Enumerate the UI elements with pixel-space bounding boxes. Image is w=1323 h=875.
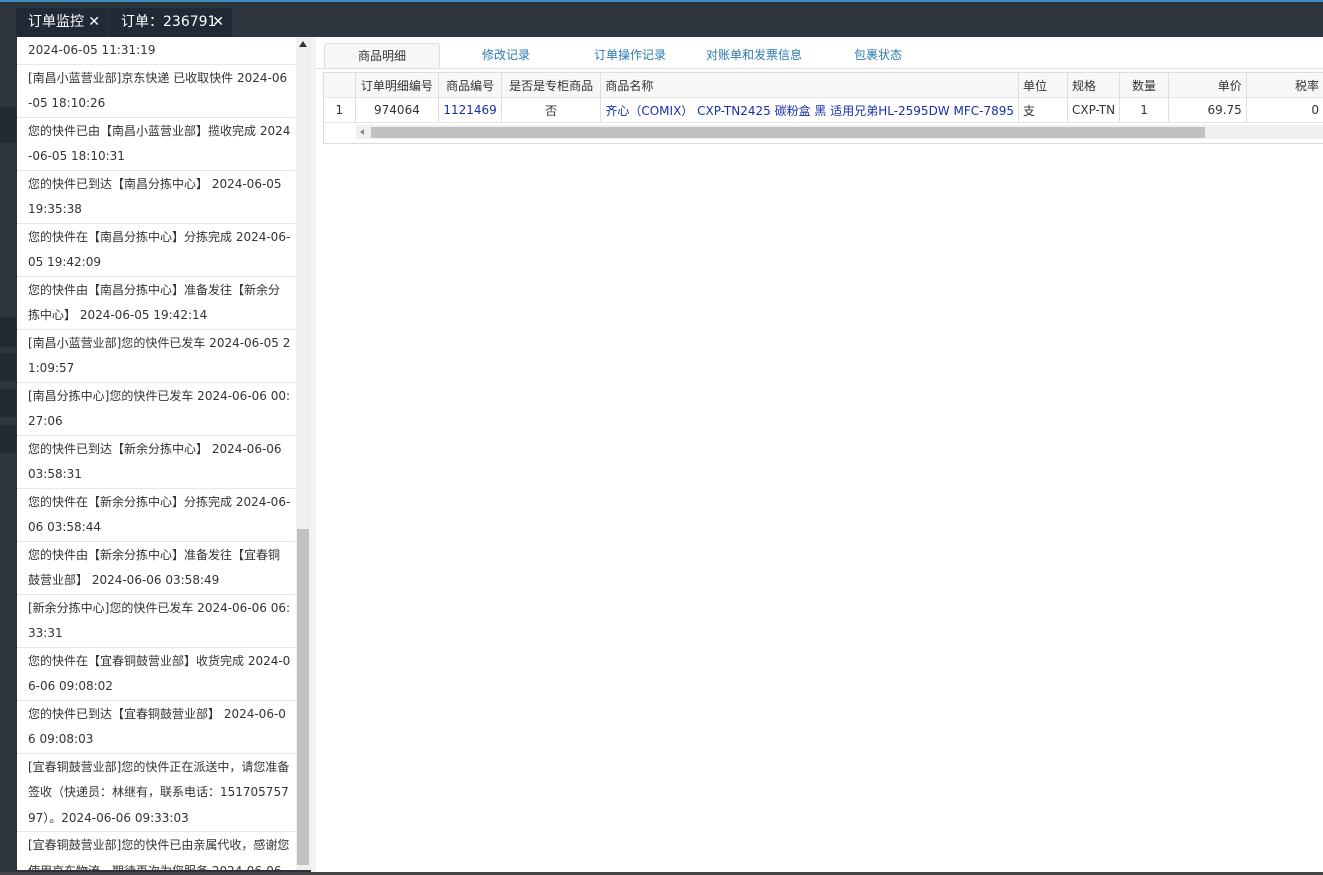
scroll-left-icon[interactable] [360,129,364,135]
close-icon[interactable]: ✕ [88,8,100,37]
tracking-log-panel: 2024-06-05 11:31:19 [南昌小蓝营业部]京东快递 已收取快件 … [17,37,311,870]
column-header-tax[interactable]: 税率 [1246,73,1323,98]
list-item: [南昌小蓝营业部]您的快件已发车 2024-06-05 21:09:57 [17,330,295,383]
list-item: [宜春铜鼓营业部]您的快件已由亲属代收，感谢您使用京东物流，期待再次为您服务 2… [17,832,295,870]
list-item: 您的快件在【新余分拣中心】分拣完成 2024-06-06 03:58:44 [17,489,295,542]
tab-modify-records[interactable]: 修改记录 [464,43,548,68]
list-item: [宜春铜鼓营业部]您的快件正在派送中，请您准备签收（快递员：林继有，联系电话：1… [17,754,295,832]
cell-qty: 1 [1119,97,1170,123]
cell-price: 69.75 [1168,97,1247,123]
column-header-product-no[interactable]: 商品编号 [438,73,502,98]
product-table: 订单明细编号 商品编号 是否是专柜商品 商品名称 单位 规格 数量 单价 税率 … [324,73,1323,123]
product-grid: 订单明细编号 商品编号 是否是专柜商品 商品名称 单位 规格 数量 单价 税率 … [323,72,1323,144]
list-item: 您的快件已到达【新余分拣中心】 2024-06-06 03:58:31 [17,436,295,489]
scrollbar-thumb[interactable] [297,529,309,865]
list-item: [南昌分拣中心]您的快件已发车 2024-06-06 00:27:06 [17,383,295,436]
tab-label: 订单：236791 [121,14,217,30]
list-item: 2024-06-05 11:31:19 [17,37,295,65]
tracking-log-list: 2024-06-05 11:31:19 [南昌小蓝营业部]京东快递 已收取快件 … [17,37,295,870]
list-item: 您的快件已由【南昌小蓝营业部】揽收完成 2024-06-05 18:10:31 [17,118,295,171]
list-item: 您的快件由【南昌分拣中心】准备发往【新余分拣中心】 2024-06-05 19:… [17,277,295,330]
close-icon[interactable]: ✕ [212,8,224,37]
tab-order-operation-records[interactable]: 订单操作记录 [580,43,680,68]
cell-spec: CXP-TN [1067,97,1121,123]
list-item: 您的快件由【新余分拣中心】准备发往【宜春铜鼓营业部】 2024-06-06 03… [17,542,295,595]
order-detail-panel: 商品明细 修改记录 订单操作记录 对账单和发票信息 包裹状态 订单明细编号 商品… [316,37,1323,872]
row-index: 1 [324,97,356,123]
cell-exclusive: 否 [501,97,602,123]
list-item: [新余分拣中心]您的快件已发车 2024-06-06 06:33:31 [17,595,295,648]
list-item: 您的快件已到达【宜春铜鼓营业部】 2024-06-06 09:08:03 [17,701,295,754]
tab-bar: 订单监控 ✕ 订单：236791 ✕ [0,2,1323,37]
column-header-unit[interactable]: 单位 [1018,73,1068,98]
column-header-product-name[interactable]: 商品名称 [600,73,1019,98]
scroll-up-icon[interactable] [299,41,307,47]
tab-package-status[interactable]: 包裹状态 [838,43,918,68]
tab-label: 订单监控 [28,14,84,30]
column-header-exclusive[interactable]: 是否是专柜商品 [501,73,602,98]
tab-order-monitor[interactable]: 订单监控 ✕ [16,8,108,37]
cell-tax: 0 [1246,97,1323,123]
column-header-qty[interactable]: 数量 [1119,73,1170,98]
column-header-index [324,73,356,98]
horizontal-scrollbar[interactable] [356,125,1323,139]
scrollbar-thumb[interactable] [371,127,1205,138]
vertical-scrollbar[interactable] [296,37,311,870]
side-strip [0,37,16,875]
product-no-link[interactable]: 1121469 [438,97,502,123]
table-header-row: 订单明细编号 商品编号 是否是专柜商品 商品名称 单位 规格 数量 单价 税率 [324,73,1323,98]
column-header-detail-no[interactable]: 订单明细编号 [355,73,440,98]
tab-order-detail[interactable]: 订单：236791 ✕ [109,8,232,37]
cell-unit: 支 [1018,97,1068,123]
column-header-price[interactable]: 单价 [1168,73,1247,98]
tab-product-details[interactable]: 商品明细 [324,43,440,68]
table-row[interactable]: 1 974064 1121469 否 齐心（COMIX） CXP-TN2425 … [324,97,1323,123]
tab-statement-invoice[interactable]: 对账单和发票信息 [696,43,812,68]
product-name-link[interactable]: 齐心（COMIX） CXP-TN2425 碳粉盒 黑 适用兄弟HL-2595DW… [600,97,1019,123]
cell-detail-no: 974064 [355,97,440,123]
list-item: 您的快件在【宜春铜鼓营业部】收货完成 2024-06-06 09:08:02 [17,648,295,701]
list-item: 您的快件在【南昌分拣中心】分拣完成 2024-06-05 19:42:09 [17,224,295,277]
column-header-spec[interactable]: 规格 [1067,73,1121,98]
detail-tabs: 商品明细 修改记录 订单操作记录 对账单和发票信息 包裹状态 [316,37,1323,69]
list-item: [南昌小蓝营业部]京东快递 已收取快件 2024-06-05 18:10:26 [17,65,295,118]
list-item: 您的快件已到达【南昌分拣中心】 2024-06-05 19:35:38 [17,171,295,224]
